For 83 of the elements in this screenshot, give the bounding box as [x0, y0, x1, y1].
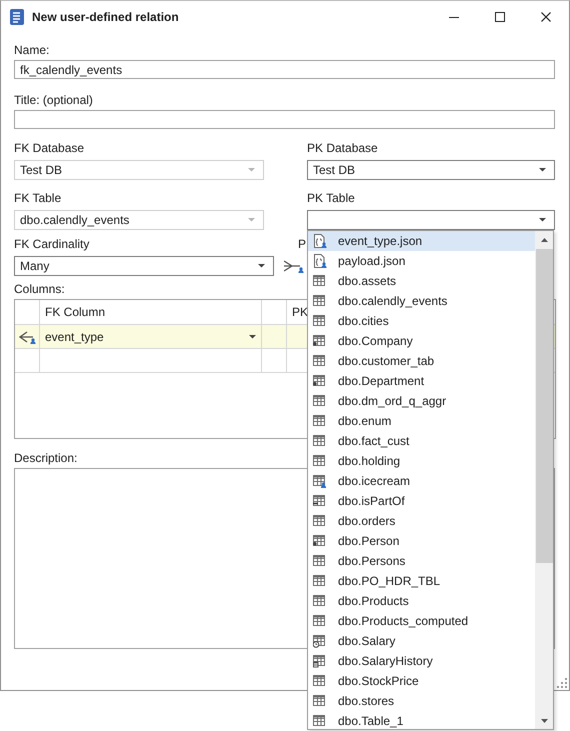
maximize-icon[interactable] [495, 12, 505, 22]
scrollbar-thumb[interactable] [536, 249, 552, 563]
list-item[interactable]: dbo.StockPrice [308, 671, 535, 691]
size-grip-icon[interactable] [557, 678, 567, 688]
file-person-icon [313, 254, 327, 268]
title-label: Title: (optional) [14, 93, 93, 107]
table-icon [313, 274, 327, 288]
table-icon [313, 514, 327, 528]
columns-label: Columns: [14, 282, 65, 296]
table-dot-icon [313, 534, 327, 548]
table-calculator-icon [313, 654, 327, 668]
caret-icon [539, 168, 546, 172]
fk-cardinality-label: FK Cardinality [14, 237, 90, 251]
table-icon [313, 294, 327, 308]
table-icon [313, 434, 327, 448]
file-person-icon [313, 234, 327, 248]
name-label: Name: [14, 43, 50, 57]
list-item[interactable]: dbo.assets [308, 271, 535, 291]
caret-icon [248, 168, 255, 172]
table-icon [313, 454, 327, 468]
list-item[interactable]: dbo.isPartOf [308, 491, 535, 511]
table-cell[interactable]: event_type [45, 330, 249, 344]
table-icon [313, 594, 327, 608]
fk-table-label: FK Table [14, 191, 62, 205]
list-item[interactable]: dbo.Products [308, 591, 535, 611]
list-item[interactable]: dbo.orders [308, 511, 535, 531]
list-item[interactable]: dbo.Table_1 [308, 711, 535, 729]
list-item[interactable]: dbo.Persons [308, 551, 535, 571]
table-icon [313, 354, 327, 368]
dropdown-field[interactable]: Test DB [307, 160, 555, 180]
scrollbar[interactable] [535, 231, 553, 729]
list-item[interactable]: dbo.fact_cust [308, 431, 535, 451]
dropdown-field[interactable]: Many [14, 256, 274, 276]
caret-icon [539, 218, 546, 222]
table-dot-icon [313, 374, 327, 388]
column-header[interactable]: PK [292, 305, 308, 319]
window-title: New user-defined relation [32, 10, 180, 24]
pk-table-label: PK Table [307, 191, 355, 205]
table-icon [313, 554, 327, 568]
pk-database-label: PK Database [307, 141, 378, 155]
list-item[interactable]: event_type.json [308, 231, 535, 251]
list-item[interactable]: dbo.Department [308, 371, 535, 391]
fk-database-label: FK Database [14, 141, 84, 155]
app-icon [9, 9, 25, 25]
list-item[interactable]: dbo.enum [308, 411, 535, 431]
relation-icon [18, 330, 36, 344]
cardinality-icon [284, 258, 304, 274]
list-item[interactable]: dbo.Person [308, 531, 535, 551]
list-item[interactable]: dbo.holding [308, 451, 535, 471]
list-item[interactable]: dbo.dm_ord_q_aggr [308, 391, 535, 411]
pk-cardinality-label: P [298, 237, 306, 251]
list-item[interactable]: dbo.Salary [308, 631, 535, 651]
caret-icon [249, 334, 256, 338]
table-icon [313, 394, 327, 408]
list-item[interactable]: payload.json [308, 251, 535, 271]
column-header[interactable]: FK Column [45, 305, 106, 319]
table-link-icon [313, 494, 327, 508]
table-icon [313, 414, 327, 428]
list-item[interactable]: dbo.Company [308, 331, 535, 351]
list-item[interactable]: dbo.Products_computed [308, 611, 535, 631]
table-icon [313, 674, 327, 688]
list-item[interactable]: dbo.PO_HDR_TBL [308, 571, 535, 591]
scroll-down-icon[interactable] [540, 718, 548, 722]
list-item[interactable]: dbo.icecream [308, 471, 535, 491]
table-clock-icon [313, 634, 327, 648]
caret-icon [258, 264, 265, 268]
list-item[interactable]: dbo.stores [308, 691, 535, 711]
table-dot-icon [313, 334, 327, 348]
description-label: Description: [14, 451, 78, 465]
table-icon [313, 614, 327, 628]
name-field[interactable]: fk_calendly_events [14, 60, 555, 79]
list-item[interactable]: dbo.SalaryHistory [308, 651, 535, 671]
close-icon[interactable] [541, 12, 551, 22]
table-person-icon [313, 474, 327, 488]
table-icon [313, 314, 327, 328]
title-field[interactable] [14, 110, 555, 129]
scroll-up-icon[interactable] [540, 238, 548, 242]
table-icon [313, 574, 327, 588]
caret-icon [248, 218, 255, 222]
dropdown-field[interactable] [307, 210, 555, 230]
list-item[interactable]: dbo.calendly_events [308, 291, 535, 311]
list-item[interactable]: dbo.customer_tab [308, 351, 535, 371]
table-icon [313, 694, 327, 708]
